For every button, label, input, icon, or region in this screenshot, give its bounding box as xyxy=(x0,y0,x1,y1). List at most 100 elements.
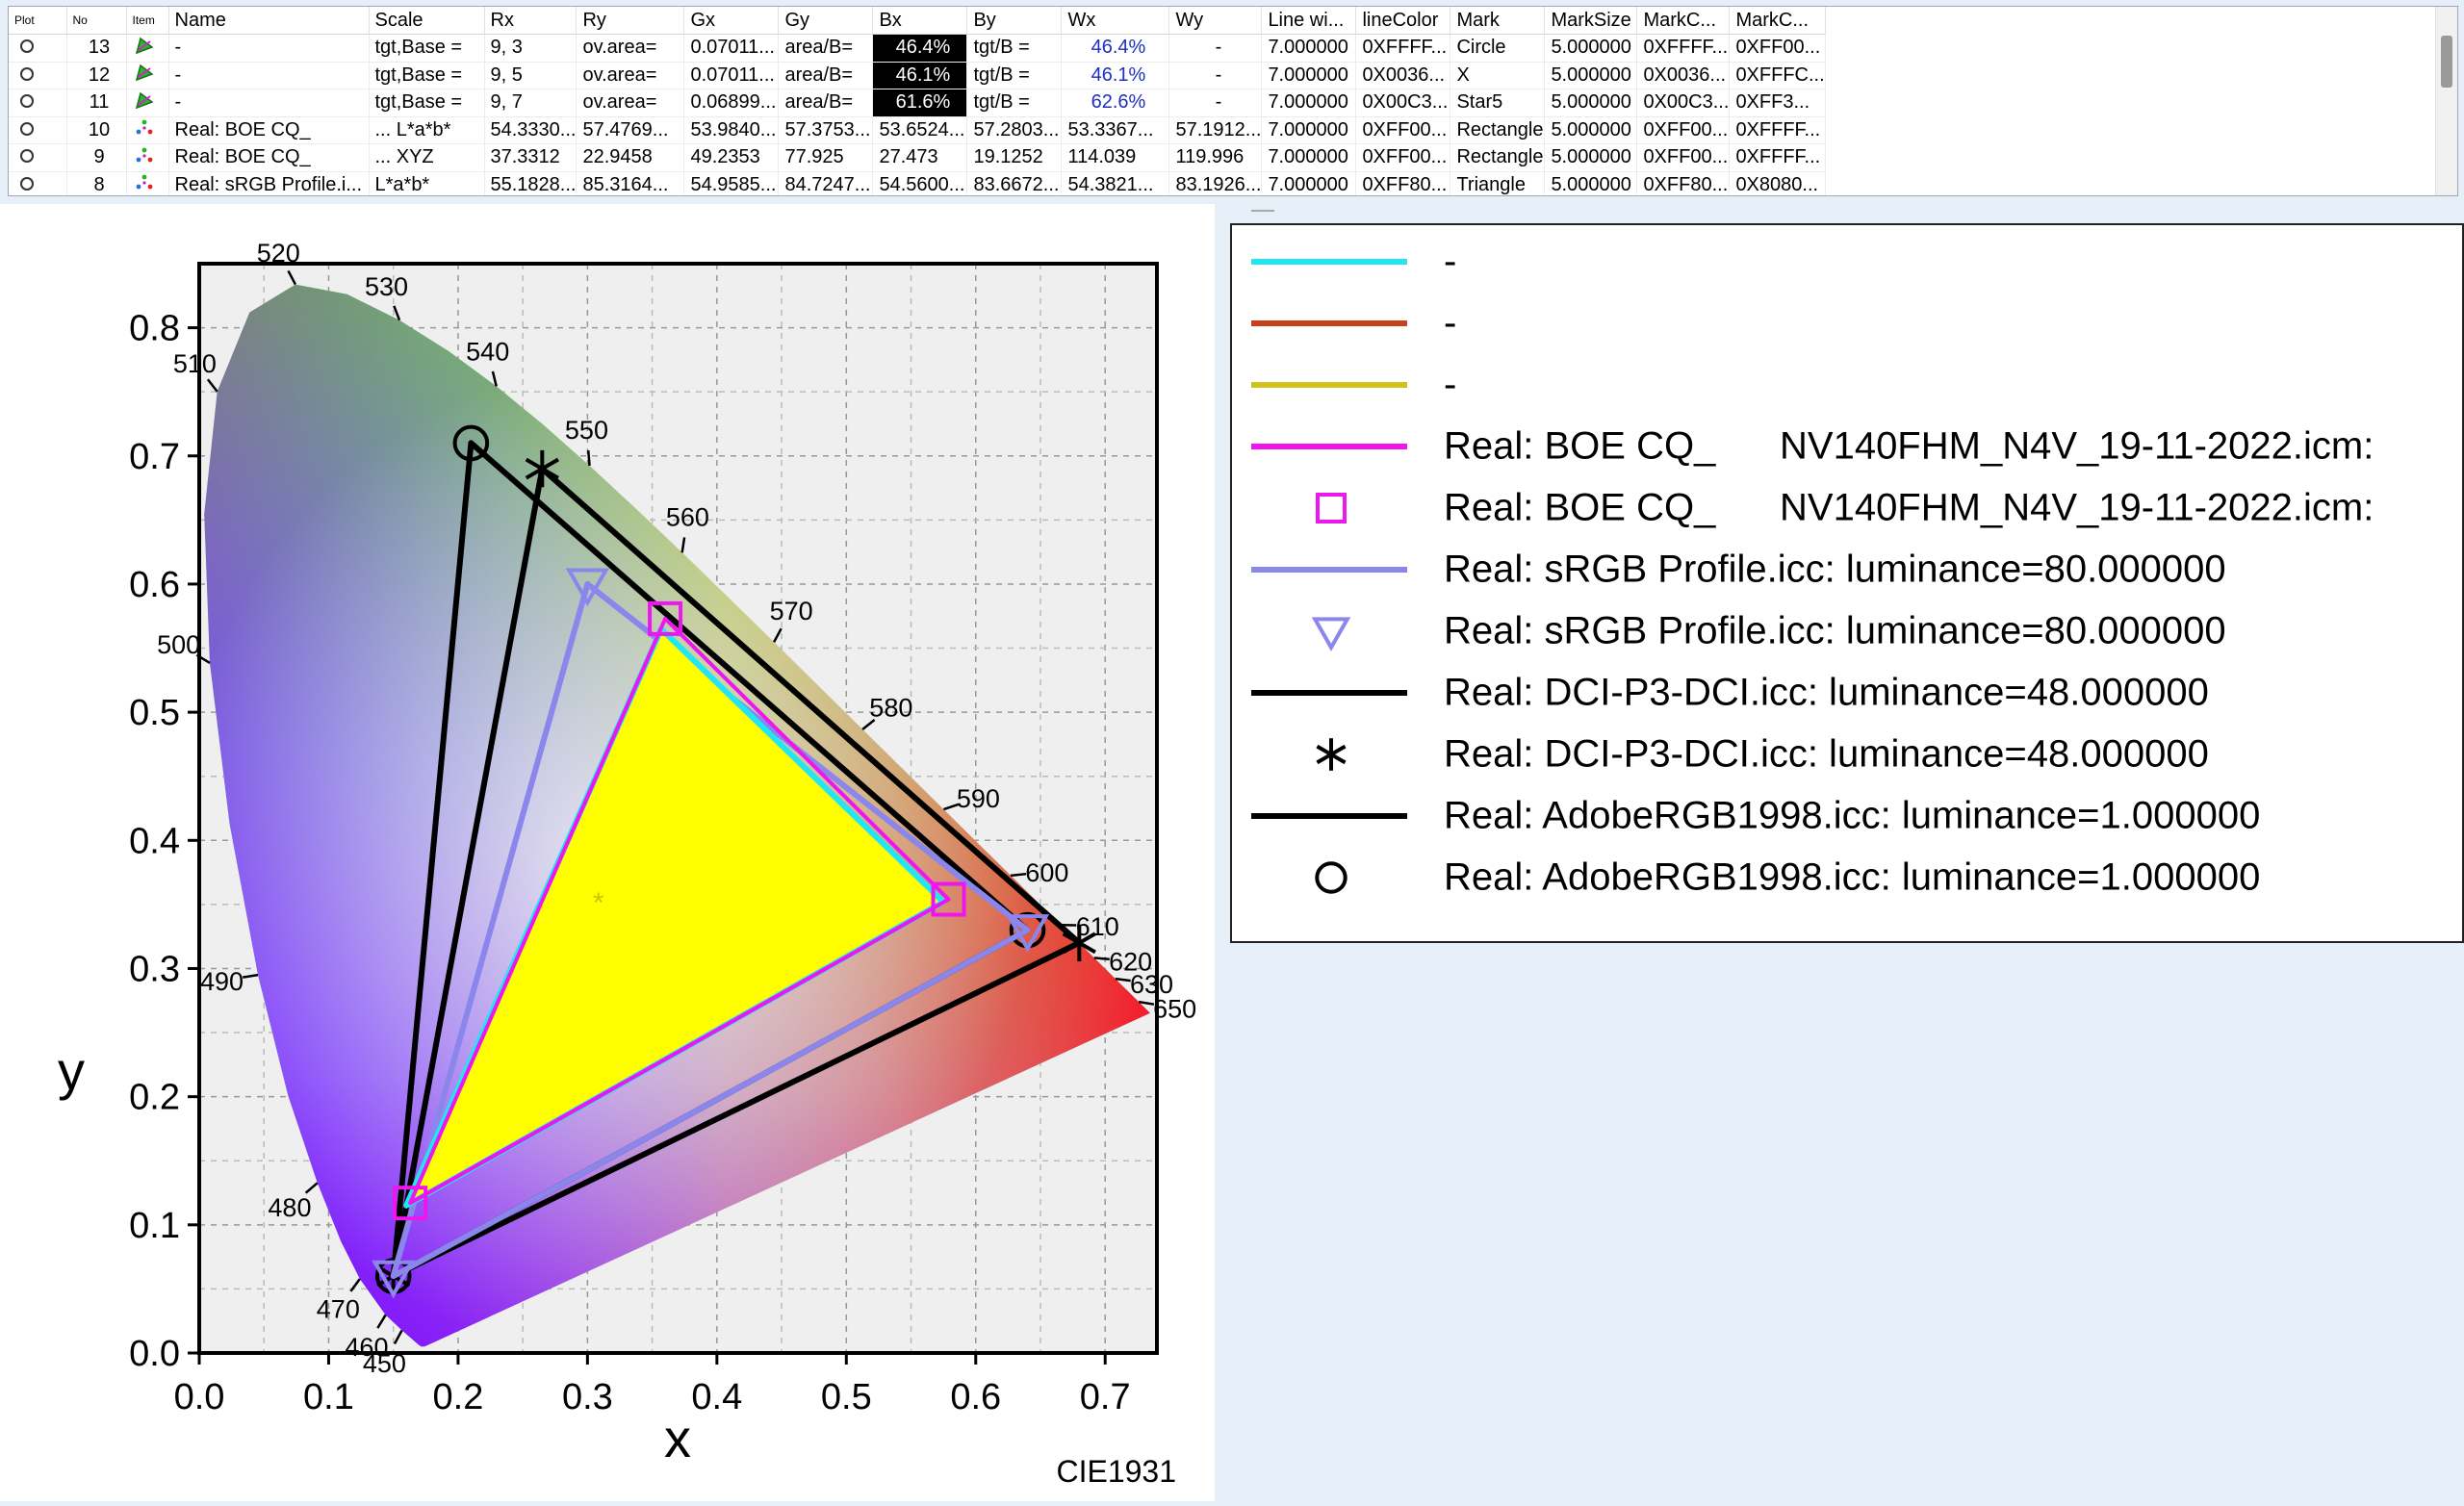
plot-toggle[interactable] xyxy=(9,35,66,63)
column-header[interactable]: Line wi... xyxy=(1262,7,1356,35)
splitter-handle[interactable] xyxy=(1251,210,1274,217)
cell-linecolor: 0XFF00... xyxy=(1356,144,1450,172)
column-header[interactable]: No xyxy=(66,7,126,35)
column-header[interactable]: Gy xyxy=(779,7,873,35)
cell-ry: ov.area= xyxy=(577,89,684,117)
wavelength-label: 610 xyxy=(1076,912,1119,941)
wavelength-label: 500 xyxy=(157,630,200,659)
table-body: 13-tgt,Base =9, 3ov.area=0.07011...area/… xyxy=(9,35,1825,197)
cell-name: Real: BOE CQ_ xyxy=(168,144,369,172)
column-header[interactable]: Mark xyxy=(1450,7,1545,35)
cell-linecolor: 0X0036... xyxy=(1356,62,1450,89)
cell-no: 8 xyxy=(66,171,126,196)
gamut-overlap-icon xyxy=(126,35,168,63)
column-header[interactable]: Gx xyxy=(684,7,779,35)
x-tick-label: 0.6 xyxy=(950,1377,1001,1417)
cell-markc2: 0XFF00... xyxy=(1730,35,1825,63)
wavelength-label: 570 xyxy=(770,597,813,625)
wavelength-label: 510 xyxy=(173,349,217,378)
plot-toggle-icon[interactable] xyxy=(20,149,34,163)
table-row[interactable]: 10Real: BOE CQ_... L*a*b*54.3330...57.47… xyxy=(9,116,1825,144)
legend-item: - xyxy=(1232,233,2464,291)
plot-toggle[interactable] xyxy=(9,62,66,89)
gamut-profile-icon xyxy=(126,171,168,196)
column-header[interactable]: Rx xyxy=(484,7,577,35)
plot-toggle[interactable] xyxy=(9,144,66,172)
cell-linecolor: 0XFF00... xyxy=(1356,116,1450,144)
plot-toggle-icon[interactable] xyxy=(20,67,34,81)
y-tick-label: 0.2 xyxy=(129,1078,180,1118)
cell-ry: ov.area= xyxy=(577,35,684,63)
cell-linecolor: 0XFF80... xyxy=(1356,171,1450,196)
legend-label: Real: DCI-P3-DCI.icc: luminance=48.00000… xyxy=(1444,672,2209,715)
y-axis-label: y xyxy=(58,1040,85,1101)
cell-no: 12 xyxy=(66,62,126,89)
cell-rx: 9, 7 xyxy=(484,89,577,117)
wavelength-tick xyxy=(1011,874,1026,876)
y-tick-label: 0.8 xyxy=(129,309,180,349)
plot-toggle[interactable] xyxy=(9,171,66,196)
x-axis-label: x xyxy=(664,1408,691,1468)
table-row[interactable]: 8Real: sRGB Profile.i...L*a*b*55.1828...… xyxy=(9,171,1825,196)
cell-bx: 53.6524... xyxy=(873,116,967,144)
cell-wx: 114.039 xyxy=(1062,144,1169,172)
legend-line-swatch xyxy=(1251,787,1415,845)
legend-item: Real: DCI-P3-DCI.icc: luminance=48.00000… xyxy=(1232,664,2464,722)
table-row[interactable]: 9Real: BOE CQ_... XYZ37.331222.945849.23… xyxy=(9,144,1825,172)
cell-gy: area/B= xyxy=(779,62,873,89)
column-header[interactable]: MarkSize xyxy=(1545,7,1637,35)
column-header[interactable]: Ry xyxy=(577,7,684,35)
cell-by: 57.2803... xyxy=(967,116,1062,144)
cell-gy: 84.7247... xyxy=(779,171,873,196)
column-header[interactable]: By xyxy=(967,7,1062,35)
plot-toggle-icon[interactable] xyxy=(20,122,34,136)
column-header[interactable]: Scale xyxy=(369,7,484,35)
table-header: PlotNoItemNameScaleRxRyGxGyBxByWxWyLine … xyxy=(9,7,1825,35)
cell-by: tgt/B = xyxy=(967,89,1062,117)
y-tick-label: 0.6 xyxy=(129,565,180,605)
x-tick-label: 0.3 xyxy=(562,1377,613,1417)
column-header[interactable]: Wy xyxy=(1169,7,1262,35)
plot-toggle[interactable] xyxy=(9,116,66,144)
legend-item: Real: AdobeRGB1998.icc: luminance=1.0000… xyxy=(1232,787,2464,845)
column-header[interactable]: Plot xyxy=(9,7,66,35)
data-grid[interactable]: PlotNoItemNameScaleRxRyGxGyBxByWxWyLine … xyxy=(8,6,2458,196)
cell-rx: 54.3330... xyxy=(484,116,577,144)
legend-line-swatch xyxy=(1251,233,1415,291)
column-header[interactable]: MarkC... xyxy=(1637,7,1730,35)
column-header[interactable]: Wx xyxy=(1062,7,1169,35)
table-row[interactable]: 12-tgt,Base =9, 5ov.area=0.07011...area/… xyxy=(9,62,1825,89)
gamut-overlap-icon xyxy=(126,89,168,117)
cell-wx: 46.1% xyxy=(1062,62,1169,89)
cell-gx: 54.9585... xyxy=(684,171,779,196)
vertical-scrollbar[interactable] xyxy=(2435,7,2457,195)
legend-line-swatch xyxy=(1251,294,1415,352)
cell-name: Real: BOE CQ_ xyxy=(168,116,369,144)
cell-rx: 55.1828... xyxy=(484,171,577,196)
cell-wy: - xyxy=(1169,89,1262,117)
plot-toggle[interactable] xyxy=(9,89,66,117)
plot-toggle-icon[interactable] xyxy=(20,177,34,191)
y-tick-label: 0.4 xyxy=(129,821,180,861)
plot-panel: * 0.00.10.20.30.40.50.60.70.00.10.20.30.… xyxy=(0,204,1215,1501)
scrollbar-thumb[interactable] xyxy=(2441,36,2452,88)
plot-toggle-icon[interactable] xyxy=(20,94,34,108)
plot-toggle-icon[interactable] xyxy=(20,39,34,53)
column-header[interactable]: Bx xyxy=(873,7,967,35)
legend-label: Real: sRGB Profile.icc: luminance=80.000… xyxy=(1444,610,2226,653)
gamut-overlap-icon xyxy=(126,62,168,89)
cell-bx: 61.6% xyxy=(873,89,967,117)
y-tick-label: 0.1 xyxy=(129,1206,180,1246)
table-row[interactable]: 13-tgt,Base =9, 3ov.area=0.07011...area/… xyxy=(9,35,1825,63)
column-header[interactable]: Item xyxy=(126,7,168,35)
cell-rx: 37.3312 xyxy=(484,144,577,172)
cell-mark: Rectangle xyxy=(1450,144,1545,172)
column-header[interactable]: Name xyxy=(168,7,369,35)
column-header[interactable]: MarkC... xyxy=(1730,7,1825,35)
cell-ry: ov.area= xyxy=(577,62,684,89)
cell-linew: 7.000000 xyxy=(1262,171,1356,196)
cell-by: tgt/B = xyxy=(967,62,1062,89)
table-row[interactable]: 11-tgt,Base =9, 7ov.area=0.06899...area/… xyxy=(9,89,1825,117)
column-header[interactable]: lineColor xyxy=(1356,7,1450,35)
legend-label: - xyxy=(1444,241,1456,284)
